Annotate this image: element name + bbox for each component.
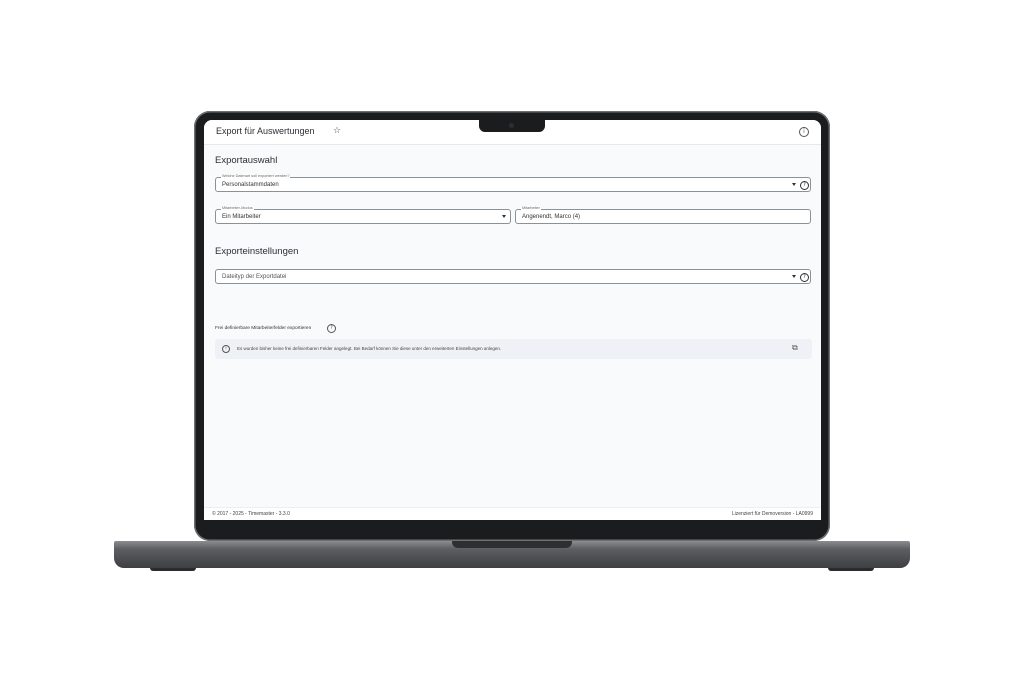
file-type-placeholder: Dateityp der Exportdatei <box>222 274 287 280</box>
laptop-hinge-groove <box>452 541 572 548</box>
custom-fields-label: Frei definierbare Mitarbeiterfelder expo… <box>215 326 312 331</box>
employee-value: Angenendt, Marco (4) <box>522 214 581 220</box>
license-text: Lizenziert für Demoversion - LA0999 <box>731 511 813 517</box>
chevron-down-icon[interactable] <box>792 275 796 278</box>
camera-icon <box>509 123 514 128</box>
data-type-value: Personalstammdaten <box>222 182 279 188</box>
help-icon[interactable]: ? <box>327 324 336 333</box>
employee-mode-select[interactable]: Mitarbeiter-Modus Ein Mitarbeiter <box>215 206 511 224</box>
laptop-screen: Export für Auswertungen ☆ i Exportauswah… <box>204 120 821 520</box>
star-icon[interactable]: ☆ <box>333 125 341 136</box>
info-icon[interactable]: i <box>799 127 809 137</box>
employee-field[interactable]: Mitarbeiter Angenendt, Marco (4) <box>515 206 811 224</box>
data-type-select[interactable]: Welche Datenart soll exportiert werden? … <box>215 174 811 192</box>
chevron-down-icon[interactable] <box>502 215 506 218</box>
file-type-select[interactable]: Dateityp der Exportdatei ? <box>215 269 811 284</box>
laptop-foot-left <box>150 568 196 571</box>
employee-label: Mitarbeiter <box>521 206 541 210</box>
help-icon[interactable]: ? <box>800 181 809 190</box>
chevron-down-icon[interactable] <box>792 183 796 186</box>
section-title-export-selection: Exportauswahl <box>215 155 278 166</box>
employee-mode-label: Mitarbeiter-Modus <box>221 206 254 210</box>
info-alert-text: Es wurden bisher keine frei definierbare… <box>237 346 502 351</box>
app-window: Export für Auswertungen ☆ i Exportauswah… <box>204 120 821 520</box>
data-type-label: Welche Datenart soll exportiert werden? <box>221 174 291 178</box>
help-icon[interactable]: ? <box>800 273 809 282</box>
page-title: Export für Auswertungen <box>216 126 315 136</box>
open-external-icon[interactable]: ⧉ <box>792 343 798 353</box>
section-title-export-settings: Exporteinstellungen <box>215 246 299 257</box>
copyright-text: © 2017 - 2025 - Timemaster - 3.3.0 <box>212 511 290 517</box>
main-content: Exportauswahl Welche Datenart soll expor… <box>204 145 821 507</box>
info-alert: i Es wurden bisher keine frei definierba… <box>215 339 812 359</box>
info-icon: i <box>222 345 230 353</box>
app-footer: © 2017 - 2025 - Timemaster - 3.3.0 Lizen… <box>204 507 821 520</box>
employee-mode-value: Ein Mitarbeiter <box>222 214 261 220</box>
laptop-foot-right <box>828 568 874 571</box>
